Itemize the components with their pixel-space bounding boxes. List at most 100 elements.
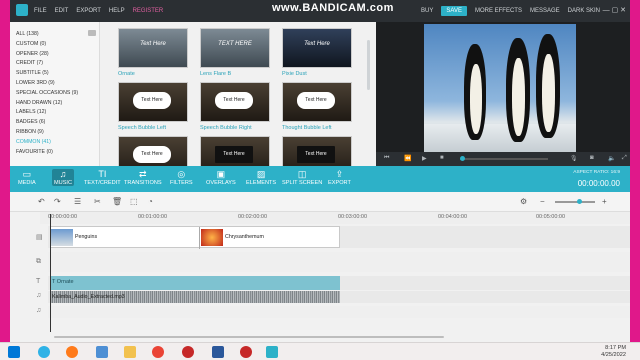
main-menu: FILE EDIT EXPORT HELP REGISTER xyxy=(34,0,163,22)
word-icon[interactable] xyxy=(212,346,224,358)
template-thumbnail[interactable]: Text Here xyxy=(118,136,188,166)
category-subtitle[interactable]: SUBTITLE (5) xyxy=(16,69,78,79)
buy-button[interactable]: BUY xyxy=(421,8,433,14)
zoom-slider[interactable] xyxy=(555,201,595,203)
audio-clip[interactable]: Kalimba_Audio_Extracted.mp3 xyxy=(50,291,340,303)
folder-icon[interactable] xyxy=(124,346,136,358)
dark-skin-button[interactable]: DARK SKIN xyxy=(568,8,600,14)
zoom-in-icon[interactable]: + xyxy=(602,197,607,206)
chrome-icon[interactable] xyxy=(152,346,164,358)
playback-progress-bar[interactable] xyxy=(460,158,548,160)
timeline-playhead[interactable] xyxy=(50,214,51,332)
category-opener[interactable]: OPENER (28) xyxy=(16,50,78,60)
record-icon[interactable] xyxy=(240,346,252,358)
template-thumbnail[interactable]: Text Here xyxy=(200,136,270,166)
fullscreen-icon[interactable]: ⤢ xyxy=(622,155,627,162)
tool-label: SPLIT SCREEN xyxy=(282,180,323,186)
play-icon[interactable]: ▶ xyxy=(422,155,427,162)
snapshot-icon[interactable]: ◙ xyxy=(590,155,594,161)
firefox-icon[interactable] xyxy=(66,346,78,358)
chrysanthemum-clip-thumbnail xyxy=(201,229,223,246)
tool-elements[interactable]: ▨ ELEMENTS xyxy=(246,169,276,186)
save-button[interactable]: SAVE xyxy=(441,6,467,16)
system-clock[interactable]: 8:17 PM 4/25/2022 xyxy=(601,345,626,359)
tool-export[interactable]: ⇪ EXPORT xyxy=(328,169,351,186)
filmora-icon[interactable] xyxy=(266,346,278,358)
template-thumbnail[interactable]: Text Here Thought Bubble Left xyxy=(282,82,352,131)
zoom-slider-handle[interactable] xyxy=(577,199,582,204)
tool-filters[interactable]: ◎ FILTERS xyxy=(170,169,193,186)
tool-split-screen[interactable]: ◫ SPLIT SCREEN xyxy=(282,169,322,186)
category-special-occasions[interactable]: SPECIAL OCCASIONS (9) xyxy=(16,89,78,99)
tool-overlays[interactable]: ▣ OVERLAYS xyxy=(206,169,236,186)
template-caption: Thought Bubble Left xyxy=(282,125,332,131)
adjust-icon[interactable]: ☰ xyxy=(74,197,81,206)
clip-divider xyxy=(199,227,200,249)
category-lower-3rd[interactable]: LOWER 3RD (9) xyxy=(16,79,78,89)
grid-scrollbar[interactable] xyxy=(367,40,370,90)
category-credit[interactable]: CREDIT (7) xyxy=(16,59,78,69)
files-icon[interactable] xyxy=(96,346,108,358)
category-hand-drawn[interactable]: HAND DRAWN (12) xyxy=(16,99,78,109)
microphone-icon[interactable]: 🎙 xyxy=(570,155,578,162)
timeline-scrollbar[interactable] xyxy=(54,336,444,338)
menu-export[interactable]: EXPORT xyxy=(76,8,101,14)
video-clip-strip[interactable]: Penguins Chrysanthemum xyxy=(50,226,340,249)
filters-icon: ◎ xyxy=(177,169,186,179)
template-thumbnail[interactable]: TEXT HERE Lens Flare B xyxy=(200,28,270,77)
stop-icon[interactable]: ■ xyxy=(440,155,444,161)
undo-icon[interactable]: ↶ xyxy=(38,197,45,206)
zoom-out-icon[interactable]: − xyxy=(540,197,545,206)
speed-icon[interactable]: ◔ xyxy=(148,197,153,206)
record-icon[interactable] xyxy=(182,346,194,358)
audio-track-2[interactable] xyxy=(48,306,630,318)
collapse-sidebar-icon[interactable] xyxy=(88,30,96,36)
template-caption: Speech Bubble Left xyxy=(118,125,167,131)
category-all[interactable]: ALL (138) xyxy=(16,30,78,40)
ie-icon[interactable] xyxy=(38,346,50,358)
window-controls[interactable]: — ▢ ✕ xyxy=(603,6,626,14)
more-effects-button[interactable]: MORE EFFECTS xyxy=(475,8,522,14)
category-custom[interactable]: CUSTOM (0) xyxy=(16,40,78,50)
settings-icon[interactable]: ⚙ xyxy=(520,197,527,206)
template-thumbnail[interactable]: Text Here Pixie Dust xyxy=(282,28,352,77)
tool-media[interactable]: ▭ MEDIA xyxy=(18,169,36,186)
volume-icon[interactable]: 🔈 xyxy=(608,155,615,162)
template-thumbnail[interactable]: Text Here xyxy=(282,136,352,166)
music-track-icon: ♫ xyxy=(36,307,42,314)
playback-scrubber[interactable] xyxy=(460,156,465,161)
text-track-icon: T xyxy=(36,278,41,285)
template-thumbnail[interactable]: Text Here Speech Bubble Left xyxy=(118,82,188,131)
category-labels[interactable]: LABELS (12) xyxy=(16,108,78,118)
category-ribbon[interactable]: RIBBON (9) xyxy=(16,128,78,138)
tool-text-credit[interactable]: TI TEXT/CREDIT xyxy=(84,169,121,186)
timeline-ruler[interactable]: 00:00:00:00 00:01:00:00 00:02:00:00 00:0… xyxy=(40,212,630,224)
player-controls: ⏮ ⏪ ▶ ■ 🎙 ◙ 🔈 ⤢ xyxy=(376,152,630,166)
menu-file[interactable]: FILE xyxy=(34,8,47,14)
template-thumbnail[interactable]: Text Here Speech Bubble Right xyxy=(200,82,270,131)
category-badges[interactable]: BADGES (6) xyxy=(16,118,78,128)
text-clip[interactable]: T Ornate xyxy=(50,276,340,290)
delete-icon[interactable]: 🗑 xyxy=(112,197,122,206)
pip-track[interactable] xyxy=(48,252,630,272)
audio-clip-label: Kalimba_Audio_Extracted.mp3 xyxy=(52,294,125,300)
message-button[interactable]: MESSAGE xyxy=(530,8,560,14)
ruler-tick: 00:02:00:00 xyxy=(238,214,268,220)
category-common[interactable]: COMMON (41) xyxy=(16,138,78,148)
menu-edit[interactable]: EDIT xyxy=(55,8,69,14)
crop-icon[interactable]: ⬚ xyxy=(130,197,138,206)
tool-music[interactable]: ♫ MUSIC xyxy=(52,169,75,186)
rewind-icon[interactable]: ⏮ xyxy=(384,155,389,162)
cut-icon[interactable]: ✂ xyxy=(94,197,101,206)
tool-transitions[interactable]: ⇄ TRANSITIONS xyxy=(124,169,162,186)
step-back-icon[interactable]: ⏪ xyxy=(404,155,411,162)
template-overlay-text: Text Here xyxy=(304,41,330,47)
start-icon[interactable] xyxy=(8,346,20,358)
category-favourite[interactable]: FAVOURITE (0) xyxy=(16,148,78,158)
redo-icon[interactable]: ↷ xyxy=(54,197,61,206)
menu-register[interactable]: REGISTER xyxy=(133,8,164,14)
menu-help[interactable]: HELP xyxy=(109,8,125,14)
template-thumbnail[interactable]: Text Here Ornate xyxy=(118,28,188,77)
ruler-tick: 00:00:00:00 xyxy=(48,214,78,220)
media-toolbar: ▭ MEDIA ♫ MUSIC TI TEXT/CREDIT ⇄ TRANSITIONS… xyxy=(10,166,630,192)
